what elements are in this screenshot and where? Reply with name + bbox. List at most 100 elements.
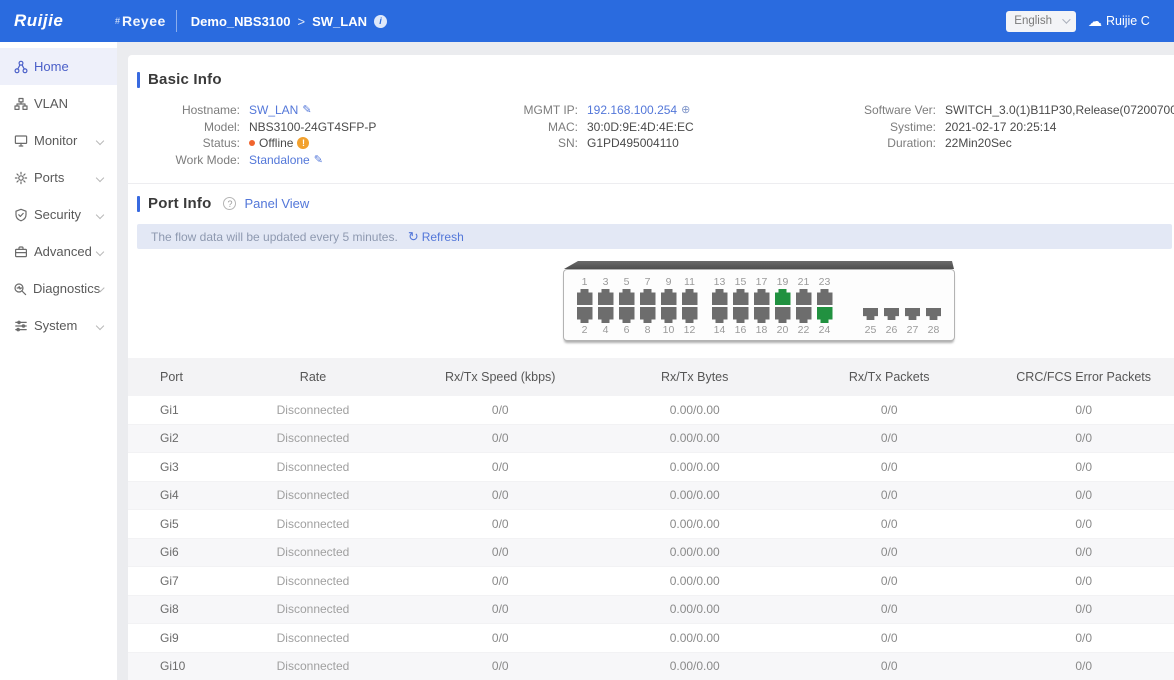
mac-row: MAC: 30:0D:9E:4D:4E:EC bbox=[500, 119, 838, 136]
cell-port: Gi2 bbox=[128, 431, 223, 445]
cell-speed: 0/0 bbox=[403, 517, 597, 531]
device-info-icon[interactable]: i bbox=[374, 15, 387, 28]
port-number-label: 12 bbox=[684, 323, 696, 337]
cell-packets: 0/0 bbox=[792, 431, 986, 445]
security-icon bbox=[13, 207, 28, 222]
refresh-label: Refresh bbox=[422, 230, 464, 244]
rj45-port-2 bbox=[577, 307, 593, 323]
port-number-label: 7 bbox=[645, 275, 651, 289]
work-mode-value-link[interactable]: Standalone bbox=[249, 152, 310, 169]
sidebar-item-vlan[interactable]: VLAN bbox=[0, 85, 117, 122]
table-row-gi8: Gi8Disconnected0/00.00/0.000/00/0 bbox=[128, 596, 1174, 625]
port-number-label: 18 bbox=[756, 323, 768, 337]
offline-warning-icon[interactable]: ! bbox=[297, 137, 309, 149]
sidebar-item-system[interactable]: System bbox=[0, 307, 117, 344]
cell-port: Gi10 bbox=[128, 659, 223, 673]
rj45-port-12 bbox=[682, 307, 698, 323]
port-column: 34 bbox=[597, 275, 614, 337]
port-number-label: 4 bbox=[603, 323, 609, 337]
table-row-gi10: Gi10Disconnected0/00.00/0.000/00/0 bbox=[128, 653, 1174, 680]
hostname-value-link[interactable]: SW_LAN bbox=[249, 102, 298, 119]
cell-errors: 0/0 bbox=[986, 431, 1174, 445]
cell-bytes: 0.00/0.00 bbox=[597, 602, 791, 616]
rj45-port-22 bbox=[796, 307, 812, 323]
software-ver-label: Software Ver: bbox=[838, 102, 936, 119]
port-number-label: 26 bbox=[886, 323, 898, 337]
port-number-label: 16 bbox=[735, 323, 747, 337]
duration-row: Duration: 22Min20Sec bbox=[838, 135, 1174, 152]
sidebar-item-label: Diagnostics bbox=[33, 281, 100, 296]
help-icon[interactable]: ? bbox=[223, 197, 236, 210]
rj45-port-20 bbox=[775, 307, 791, 323]
cell-speed: 0/0 bbox=[403, 602, 597, 616]
sn-row: SN: G1PD495004110 bbox=[500, 135, 838, 152]
table-row-gi3: Gi3Disconnected0/00.00/0.000/00/0 bbox=[128, 453, 1174, 482]
cell-errors: 0/0 bbox=[986, 488, 1174, 502]
hostname-label: Hostname: bbox=[128, 102, 240, 119]
cell-rate: Disconnected bbox=[223, 602, 403, 616]
cell-rate: Disconnected bbox=[223, 545, 403, 559]
port-column: 1920 bbox=[774, 275, 791, 337]
cell-port: Gi6 bbox=[128, 545, 223, 559]
column-header-packets: Rx/Tx Packets bbox=[792, 370, 986, 384]
cell-packets: 0/0 bbox=[792, 488, 986, 502]
cloud-icon: ☁ bbox=[1088, 14, 1102, 28]
hostname-row: Hostname: SW_LAN ✎ bbox=[128, 102, 500, 119]
sidebar-item-diagnostics[interactable]: Diagnostics bbox=[0, 270, 117, 307]
systime-row: Systime: 2021-02-17 20:25:14 bbox=[838, 119, 1174, 136]
cell-speed: 0/0 bbox=[403, 659, 597, 673]
edit-work-mode-icon[interactable]: ✎ bbox=[314, 152, 323, 169]
sfp-port-28 bbox=[926, 308, 941, 320]
cell-rate: Disconnected bbox=[223, 488, 403, 502]
top-navigation-bar: Ruijie # Reyee Demo_NBS3100 > SW_LAN i E… bbox=[0, 0, 1174, 42]
cell-port: Gi7 bbox=[128, 574, 223, 588]
cell-port: Gi5 bbox=[128, 517, 223, 531]
logo-divider bbox=[176, 10, 177, 32]
port-number-label: 24 bbox=[819, 323, 831, 337]
language-select[interactable]: English bbox=[1006, 11, 1076, 32]
cell-bytes: 0.00/0.00 bbox=[597, 545, 791, 559]
refresh-icon: ↻ bbox=[408, 230, 419, 243]
cell-errors: 0/0 bbox=[986, 545, 1174, 559]
rj45-port-24 bbox=[817, 307, 833, 323]
port-column: 910 bbox=[660, 275, 677, 337]
sidebar-item-monitor[interactable]: Monitor bbox=[0, 122, 117, 159]
port-number-label: 17 bbox=[756, 275, 768, 289]
vlan-icon bbox=[13, 96, 28, 111]
port-number-label: 13 bbox=[714, 275, 726, 289]
edit-hostname-icon[interactable]: ✎ bbox=[302, 102, 311, 119]
rj45-port-8 bbox=[640, 307, 656, 323]
port-column: 27 bbox=[904, 308, 921, 337]
basic-info-column-1: Hostname: SW_LAN ✎ Model: NBS3100-24GT4S… bbox=[128, 102, 500, 168]
panel-view-link[interactable]: Panel View bbox=[244, 196, 309, 211]
diagnostics-icon bbox=[13, 281, 27, 296]
rj45-port-10 bbox=[661, 307, 677, 323]
cell-errors: 0/0 bbox=[986, 460, 1174, 474]
port-number-label: 22 bbox=[798, 323, 810, 337]
sidebar-item-home[interactable]: Home bbox=[0, 48, 117, 85]
sidebar-item-advanced[interactable]: Advanced bbox=[0, 233, 117, 270]
switch-panel-bezel bbox=[564, 261, 954, 269]
sidebar-item-security[interactable]: Security bbox=[0, 196, 117, 233]
port-number-label: 6 bbox=[624, 323, 630, 337]
mgmt-ip-value-link[interactable]: 192.168.100.254 bbox=[587, 102, 677, 119]
rj45-port-3 bbox=[598, 289, 614, 305]
cell-speed: 0/0 bbox=[403, 460, 597, 474]
port-table-body: Gi1Disconnected0/00.00/0.000/00/0 Gi2 Disc… bbox=[128, 396, 1174, 680]
cell-rate: Disconnected bbox=[223, 460, 403, 474]
advanced-icon bbox=[13, 244, 28, 259]
breadcrumb-device[interactable]: Demo_NBS3100 bbox=[191, 14, 291, 29]
basic-info-grid: Hostname: SW_LAN ✎ Model: NBS3100-24GT4S… bbox=[128, 88, 1174, 168]
port-number-label: 19 bbox=[777, 275, 789, 289]
cell-packets: 0/0 bbox=[792, 460, 986, 474]
cell-packets: 0/0 bbox=[792, 403, 986, 417]
cell-bytes: 0.00/0.00 bbox=[597, 460, 791, 474]
sidebar-item-ports[interactable]: Ports bbox=[0, 159, 117, 196]
globe-icon[interactable]: ⊕ bbox=[681, 102, 690, 119]
ruijie-cloud-link[interactable]: ☁ Ruijie C bbox=[1088, 14, 1174, 28]
breadcrumb-current[interactable]: SW_LAN bbox=[312, 14, 367, 29]
table-row-gi1: Gi1Disconnected0/00.00/0.000/00/0 bbox=[128, 396, 1174, 425]
refresh-link[interactable]: ↻ Refresh bbox=[408, 230, 464, 244]
switch-panel: 1234567891011121314151617181920212223242… bbox=[563, 261, 955, 341]
port-column: 26 bbox=[883, 308, 900, 337]
